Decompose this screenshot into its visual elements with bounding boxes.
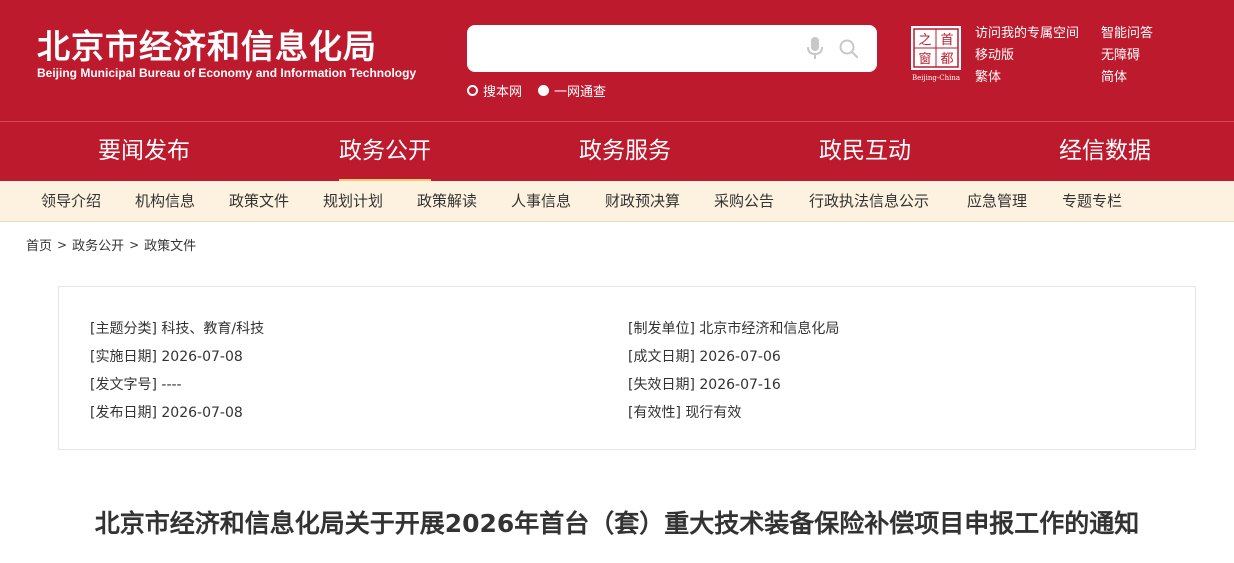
seal-char-1: 首	[940, 33, 953, 48]
meta-value: 科技、教育/科技	[161, 321, 265, 337]
breadcrumb-policy-documents[interactable]: 政策文件	[144, 235, 196, 254]
meta-issuing-unit: [制发单位] 北京市经济和信息化局	[628, 318, 839, 338]
document-metadata-panel: [主题分类] 科技、教育/科技 [实施日期] 2026-07-08 [发文字号]…	[58, 286, 1196, 450]
meta-written-date: [成文日期] 2026-07-06	[628, 346, 781, 366]
seal-char-4: 窗	[918, 51, 931, 67]
radio-unselected-icon	[467, 84, 478, 96]
meta-label: [发布日期]	[90, 405, 157, 421]
capital-window-logo[interactable]: 首 都 之 窗 Beijing-China	[909, 24, 963, 82]
search-scope-all-label: 一网通查	[554, 84, 607, 100]
meta-effective-date: [实施日期] 2026-07-08	[90, 346, 243, 366]
link-traditional-chinese[interactable]: 繁体	[975, 66, 1001, 85]
meta-label: [有效性]	[628, 405, 681, 421]
search-input[interactable]	[479, 35, 789, 62]
meta-label: [失效日期]	[628, 377, 695, 393]
site-subtitle: Beijing Municipal Bureau of Economy and …	[37, 66, 417, 80]
site-header: 北京市经济和信息化局 Beijing Municipal Bureau of E…	[0, 0, 1234, 121]
link-simplified-chinese[interactable]: 简体	[1101, 66, 1127, 85]
meta-value: 2026-07-16	[699, 377, 781, 393]
meta-value: 2026-07-08	[161, 405, 243, 421]
meta-label: [发文字号]	[90, 377, 157, 393]
article-title: 北京市经济和信息化局关于开展2026年首台（套）重大技术装备保险补偿项目申报工作…	[94, 509, 1140, 538]
breadcrumb: 首页 > 政务公开 > 政策文件	[26, 235, 196, 255]
link-personal-space[interactable]: 访问我的专属空间	[975, 22, 1079, 41]
search-icon[interactable]	[838, 38, 860, 60]
meta-validity: [有效性] 现行有效	[628, 402, 741, 422]
subnav-emergency[interactable]: 应急管理	[967, 181, 1027, 221]
nav-government-services[interactable]: 政务服务	[579, 122, 671, 181]
meta-label: [制发单位]	[628, 321, 695, 337]
site-title[interactable]: 北京市经济和信息化局	[37, 20, 377, 68]
meta-label: [成文日期]	[628, 349, 695, 365]
subnav-policy-documents[interactable]: 政策文件	[229, 181, 289, 221]
nav-news-release[interactable]: 要闻发布	[98, 122, 190, 181]
breadcrumb-government-affairs[interactable]: 政务公开	[72, 235, 124, 254]
breadcrumb-separator: >	[57, 237, 68, 252]
nav-government-affairs[interactable]: 政务公开	[339, 122, 431, 182]
subnav-plans[interactable]: 规划计划	[323, 181, 383, 221]
meta-publish-date: [发布日期] 2026-07-08	[90, 402, 243, 422]
search-scope-site[interactable]: 搜本网	[467, 81, 522, 100]
link-smart-qa[interactable]: 智能问答	[1101, 22, 1153, 41]
seal-char-2: 都	[940, 52, 953, 67]
subnav-personnel[interactable]: 人事信息	[511, 181, 571, 221]
subnav-law-enforcement[interactable]: 行政执法信息公示	[809, 181, 929, 221]
seal-caption: Beijing-China	[912, 74, 960, 82]
meta-subject-category: [主题分类] 科技、教育/科技	[90, 318, 264, 338]
search-scope-site-label: 搜本网	[483, 84, 523, 100]
subnav-procurement[interactable]: 采购公告	[714, 181, 774, 221]
meta-value: 2026-07-08	[161, 349, 243, 365]
meta-value: 2026-07-06	[699, 349, 781, 365]
subnav-leadership[interactable]: 领导介绍	[41, 181, 101, 221]
meta-value: 北京市经济和信息化局	[699, 321, 840, 337]
seal-char-3: 之	[918, 33, 931, 48]
subnav-special-topics[interactable]: 专题专栏	[1062, 181, 1122, 221]
meta-label: [主题分类]	[90, 321, 157, 337]
search-scope-all[interactable]: 一网通查	[538, 81, 606, 100]
breadcrumb-home[interactable]: 首页	[26, 235, 52, 254]
meta-value: ----	[161, 377, 182, 393]
link-mobile-version[interactable]: 移动版	[975, 44, 1014, 63]
meta-value: 现行有效	[685, 405, 742, 421]
microphone-icon[interactable]	[804, 36, 826, 60]
subnav-budget[interactable]: 财政预决算	[605, 181, 680, 221]
breadcrumb-separator: >	[129, 237, 140, 252]
subnav-organization[interactable]: 机构信息	[135, 181, 195, 221]
nav-public-interaction[interactable]: 政民互动	[819, 122, 911, 181]
link-accessibility[interactable]: 无障碍	[1101, 44, 1140, 63]
nav-economy-data[interactable]: 经信数据	[1059, 122, 1151, 181]
subnav-policy-interpretation[interactable]: 政策解读	[417, 181, 477, 221]
meta-label: [实施日期]	[90, 349, 157, 365]
sub-nav: 领导介绍 机构信息 政策文件 规划计划 政策解读 人事信息 财政预决算 采购公告…	[0, 181, 1234, 222]
main-nav: 要闻发布 政务公开 政务服务 政民互动 经信数据	[0, 121, 1234, 182]
meta-document-number: [发文字号] ----	[90, 374, 182, 394]
meta-expiry-date: [失效日期] 2026-07-16	[628, 374, 781, 394]
radio-selected-icon	[538, 84, 550, 96]
search-scope-group: 搜本网 一网通查	[467, 81, 622, 100]
